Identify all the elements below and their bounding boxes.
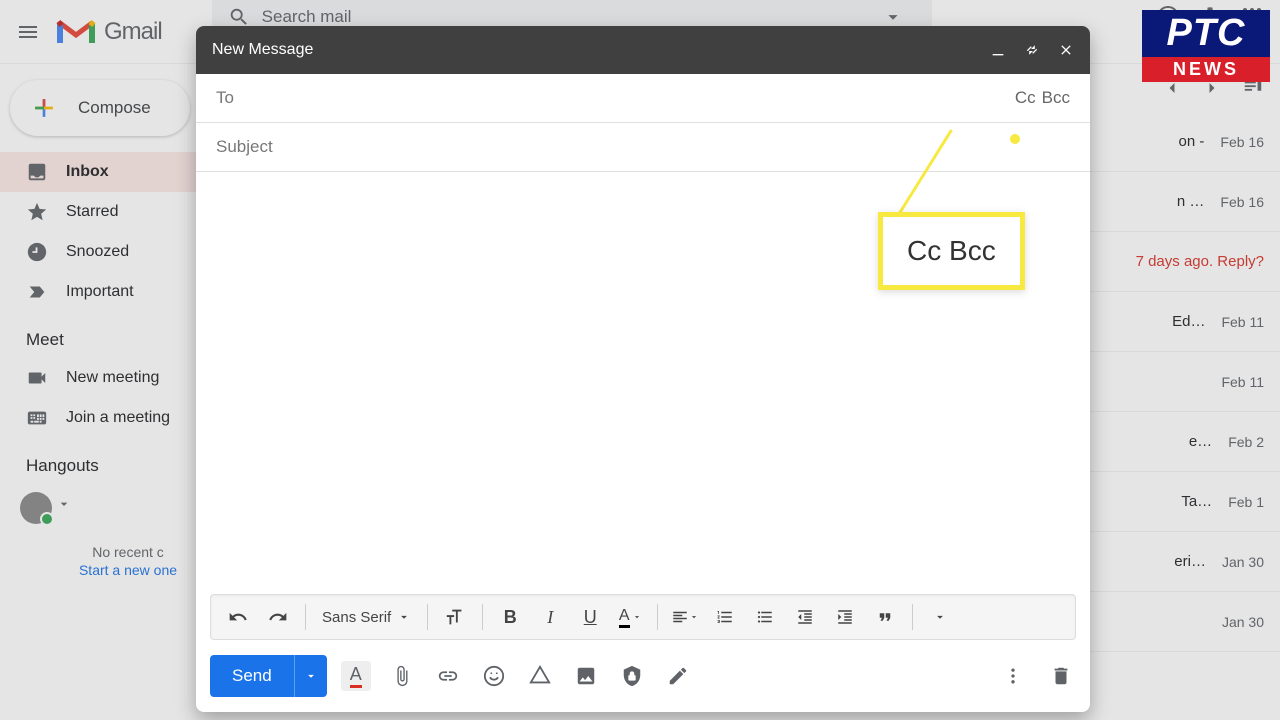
more-options-button[interactable] bbox=[998, 661, 1028, 691]
clock-icon bbox=[26, 241, 48, 263]
image-button[interactable] bbox=[571, 661, 601, 691]
search-options-icon[interactable] bbox=[882, 6, 904, 28]
emoji-button[interactable] bbox=[479, 661, 509, 691]
indent-more-button[interactable] bbox=[828, 600, 862, 634]
important-icon bbox=[26, 281, 48, 303]
minimize-icon[interactable] bbox=[990, 42, 1006, 58]
gmail-logo-icon bbox=[56, 17, 96, 47]
font-select[interactable]: Sans Serif bbox=[316, 609, 417, 626]
gmail-logo[interactable]: Gmail bbox=[56, 17, 162, 47]
bullet-list-button[interactable] bbox=[748, 600, 782, 634]
send-options-button[interactable] bbox=[295, 655, 327, 697]
confidential-button[interactable] bbox=[617, 661, 647, 691]
discard-button[interactable] bbox=[1046, 661, 1076, 691]
star-icon bbox=[26, 201, 48, 223]
compose-label: Compose bbox=[78, 98, 151, 118]
subject-label: Subject bbox=[216, 137, 1070, 157]
keyboard-icon bbox=[26, 407, 48, 429]
more-formatting-button[interactable] bbox=[923, 600, 957, 634]
underline-button[interactable]: U bbox=[573, 600, 607, 634]
undo-button[interactable] bbox=[221, 600, 255, 634]
bold-button[interactable]: B bbox=[493, 600, 527, 634]
to-label: To bbox=[216, 88, 1009, 108]
callout-highlight: Cc Bcc bbox=[878, 212, 1025, 290]
compose-footer: Send A bbox=[196, 640, 1090, 712]
to-field[interactable]: To CcBcc bbox=[196, 74, 1090, 123]
inbox-icon bbox=[26, 161, 48, 183]
drive-button[interactable] bbox=[525, 661, 555, 691]
ptc-news-watermark: PTC NEWS bbox=[1142, 10, 1270, 82]
chevron-down-icon[interactable] bbox=[56, 496, 72, 512]
italic-button[interactable]: I bbox=[533, 600, 567, 634]
sidebar-item-label: Inbox bbox=[66, 163, 109, 181]
sidebar-item-label: Important bbox=[66, 283, 134, 301]
send-button[interactable]: Send bbox=[210, 655, 327, 697]
attach-button[interactable] bbox=[387, 661, 417, 691]
signature-button[interactable] bbox=[663, 661, 693, 691]
text-format-button[interactable]: A bbox=[341, 661, 371, 691]
search-placeholder: Search mail bbox=[262, 7, 882, 27]
subject-field[interactable]: Subject bbox=[196, 123, 1090, 172]
search-icon bbox=[228, 6, 250, 28]
cc-bcc-toggle[interactable]: CcBcc bbox=[1009, 88, 1070, 108]
redo-button[interactable] bbox=[261, 600, 295, 634]
compose-header: New Message bbox=[196, 26, 1090, 74]
text-color-button[interactable]: A bbox=[613, 600, 647, 634]
popout-icon[interactable] bbox=[1024, 42, 1040, 58]
compose-title: New Message bbox=[212, 41, 990, 59]
numbered-list-button[interactable] bbox=[708, 600, 742, 634]
compose-window: New Message To CcBcc Subject Sans Serif … bbox=[196, 26, 1090, 712]
sidebar-item-label: New meeting bbox=[66, 369, 159, 387]
sidebar-item-label: Starred bbox=[66, 203, 118, 221]
chevron-down-icon bbox=[397, 610, 411, 624]
menu-icon[interactable] bbox=[16, 20, 40, 44]
camera-icon bbox=[26, 367, 48, 389]
close-icon[interactable] bbox=[1058, 42, 1074, 58]
formatting-toolbar: Sans Serif B I U A bbox=[210, 594, 1076, 640]
sidebar-item-label: Join a meeting bbox=[66, 409, 170, 427]
link-button[interactable] bbox=[433, 661, 463, 691]
compose-plus-icon bbox=[28, 92, 60, 124]
callout-dot bbox=[1010, 134, 1020, 144]
indent-less-button[interactable] bbox=[788, 600, 822, 634]
gmail-logo-text: Gmail bbox=[104, 18, 162, 46]
font-size-button[interactable] bbox=[438, 600, 472, 634]
user-avatar[interactable] bbox=[20, 492, 52, 524]
compose-button[interactable]: Compose bbox=[10, 80, 190, 136]
quote-button[interactable] bbox=[868, 600, 902, 634]
sidebar-item-label: Snoozed bbox=[66, 243, 129, 261]
align-button[interactable] bbox=[668, 600, 702, 634]
